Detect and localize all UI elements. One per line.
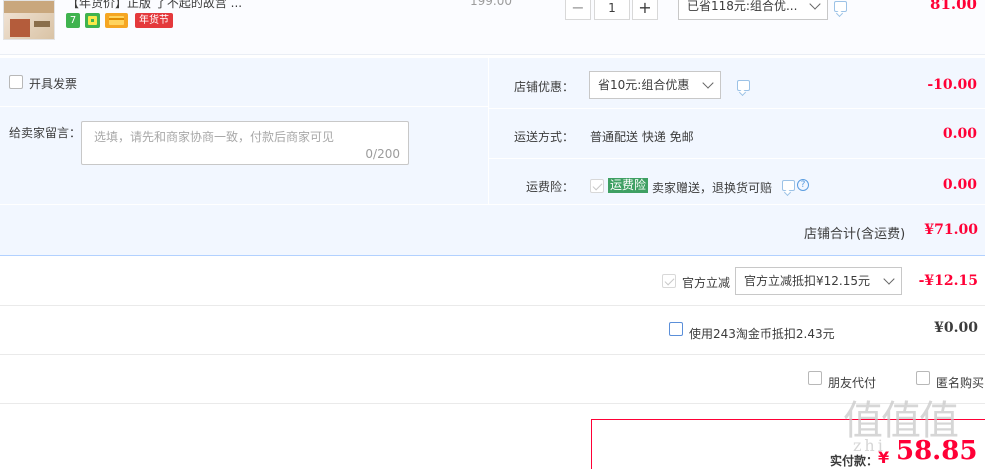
coins-checkbox[interactable] <box>669 322 683 336</box>
item-promotion-select[interactable]: 已省118元:组合优... <box>678 0 828 20</box>
guarantee-badge-icon <box>85 13 100 28</box>
shipping-method: 普通配送 快递 免邮 <box>590 130 694 144</box>
memo-char-count: 0/200 <box>365 147 400 161</box>
divider <box>0 354 985 355</box>
quantity-decrease-button[interactable]: − <box>565 0 591 20</box>
insurance-tag: 运费险 <box>608 178 649 193</box>
invoice-checkbox[interactable] <box>9 75 23 89</box>
shop-discount-value: 省10元:组合优惠 <box>598 78 690 92</box>
memo-placeholder: 选填，请先和商家协商一致，付款后商家可见 <box>94 130 335 144</box>
unit-price: 199.00 <box>470 0 512 8</box>
quantity-increase-button[interactable]: + <box>632 0 658 20</box>
anonymous-checkbox[interactable] <box>916 371 930 385</box>
insurance-amount: 0.00 <box>942 177 977 193</box>
official-discount-label: 官方立减 <box>682 276 731 290</box>
official-discount-amount: -¥12.15 <box>918 273 978 289</box>
official-discount-select[interactable]: 官方立减抵扣¥12.15元 <box>735 267 902 295</box>
divider <box>0 204 985 205</box>
watermark-site: zhi <box>853 436 886 455</box>
column-divider <box>488 58 489 204</box>
item-subtotal: 81.00 <box>930 0 977 13</box>
divider <box>0 305 985 306</box>
shop-order-panel: 开具发票 给卖家留言： 选填，请先和商家协商一致，付款后商家可见 0/200 店… <box>0 58 985 256</box>
divider <box>0 403 985 404</box>
chevron-down-icon <box>883 273 895 285</box>
coins-label: 使用243淘金币抵扣2.43元 <box>689 327 835 341</box>
insurance-checkbox <box>590 179 604 193</box>
shop-total-amount: ¥71.00 <box>924 222 978 238</box>
friend-pay-checkbox[interactable] <box>808 371 822 385</box>
item-promotion-value: 已省118元:组合优... <box>687 0 798 13</box>
shop-discount-amount: -10.00 <box>927 77 977 93</box>
official-discount-checkbox <box>662 274 676 288</box>
product-thumbnail[interactable] <box>3 0 55 40</box>
memo-textarea[interactable]: 选填，请先和商家协商一致，付款后商家可见 0/200 <box>81 121 409 165</box>
product-row: 【年货价】正版 了不起的故宫 ... 7 年货节 199.00 − 1 + 已省… <box>0 0 985 55</box>
chevron-down-icon <box>702 77 714 89</box>
shop-discount-select[interactable]: 省10元:组合优惠 <box>589 71 721 99</box>
new-year-festival-badge: 年货节 <box>135 13 173 28</box>
chat-bubble-icon[interactable] <box>834 1 847 12</box>
product-title[interactable]: 【年货价】正版 了不起的故宫 ... <box>67 0 242 11</box>
coins-amount: ¥0.00 <box>934 320 978 336</box>
chat-bubble-icon[interactable] <box>737 80 750 91</box>
divider <box>489 108 985 109</box>
official-discount-value: 官方立减抵扣¥12.15元 <box>744 274 870 288</box>
insurance-label: 运费险： <box>526 180 575 194</box>
divider <box>489 158 985 159</box>
shipping-label: 运送方式： <box>514 130 575 144</box>
help-icon[interactable]: ? <box>797 179 809 191</box>
divider <box>0 106 488 107</box>
quantity-input[interactable]: 1 <box>594 0 630 20</box>
shipping-amount: 0.00 <box>942 126 977 142</box>
invoice-label: 开具发票 <box>29 77 78 91</box>
shop-total-label: 店铺合计(含运费) <box>804 227 906 242</box>
shop-discount-label: 店铺优惠： <box>514 80 575 94</box>
credit-card-badge-icon <box>105 13 128 28</box>
chat-bubble-icon[interactable] <box>782 180 795 191</box>
memo-label: 给卖家留言： <box>9 126 82 140</box>
insurance-description: 卖家赠送，退换货可赔 <box>652 181 773 195</box>
chevron-down-icon <box>809 0 821 10</box>
seven-day-return-badge: 7 <box>66 13 80 28</box>
